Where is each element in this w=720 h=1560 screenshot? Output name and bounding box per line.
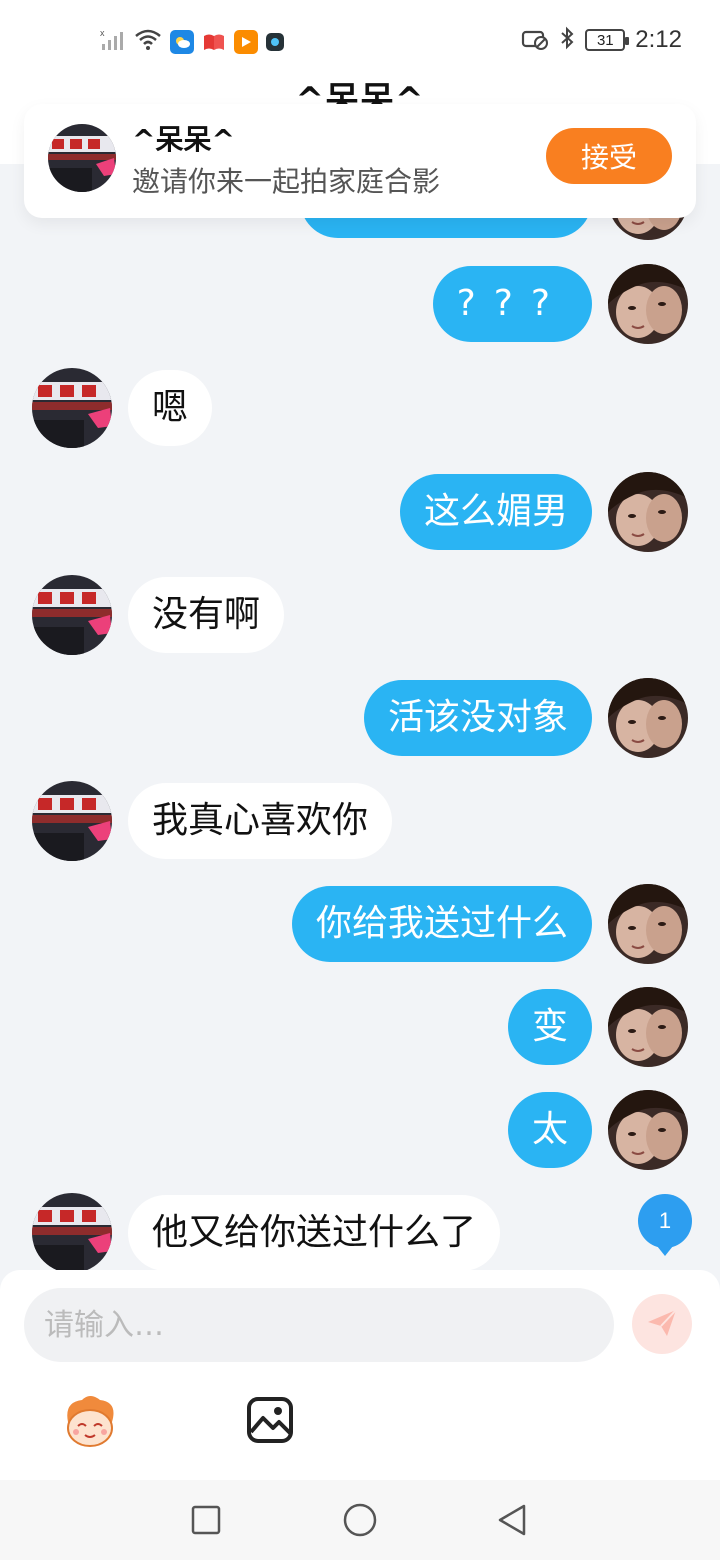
chat-message-list[interactable]: ??? 嗯这么媚男没有啊活该没对象我真心喜欢你你给我送过什么变太他又给你送过什么了 bbox=[0, 164, 720, 1270]
invite-message: 邀请你来一起拍家庭合影 bbox=[132, 165, 441, 198]
message-bubble[interactable]: 我真心喜欢你 bbox=[128, 783, 393, 859]
message-bubble[interactable]: 活该没对象 bbox=[363, 680, 592, 756]
sent-message: 这么媚男 bbox=[0, 472, 720, 552]
message-bubble[interactable]: 这么媚男 bbox=[399, 474, 592, 550]
wifi-icon bbox=[134, 28, 162, 56]
sent-message: 变 bbox=[0, 987, 720, 1067]
message-input[interactable] bbox=[24, 1288, 614, 1362]
my-avatar[interactable] bbox=[608, 884, 688, 964]
recent-apps-icon[interactable] bbox=[186, 1500, 226, 1540]
image-icon[interactable] bbox=[244, 1394, 296, 1446]
send-icon bbox=[645, 1306, 679, 1343]
message-bubble[interactable]: 变 bbox=[507, 989, 592, 1065]
message-bubble[interactable]: 太 bbox=[507, 1092, 592, 1168]
received-message: 嗯 bbox=[0, 368, 720, 448]
received-message: 他又给你送过什么了 bbox=[0, 1193, 720, 1270]
received-message: 我真心喜欢你 bbox=[0, 781, 720, 861]
bluetooth-icon bbox=[559, 26, 575, 54]
signal-icon: x bbox=[100, 28, 126, 56]
invite-avatar bbox=[48, 124, 116, 192]
contact-avatar[interactable] bbox=[32, 575, 112, 655]
video-app-icon bbox=[234, 30, 258, 54]
message-bubble[interactable]: 嗯 bbox=[128, 370, 213, 446]
accept-invite-button[interactable]: 接受 bbox=[546, 128, 672, 184]
vpn-icon bbox=[521, 26, 549, 54]
sent-message: 你给我送过什么 bbox=[0, 884, 720, 964]
battery-level: 31 bbox=[596, 31, 614, 49]
status-time: 2:12 bbox=[635, 26, 682, 53]
emoji-icon[interactable] bbox=[60, 1392, 120, 1452]
send-button[interactable] bbox=[632, 1294, 692, 1354]
my-avatar[interactable] bbox=[608, 678, 688, 758]
contact-avatar[interactable] bbox=[32, 781, 112, 861]
message-bubble[interactable]: ??? bbox=[432, 266, 592, 342]
svg-text:x: x bbox=[100, 28, 105, 38]
my-avatar[interactable] bbox=[608, 264, 688, 344]
sent-message: ??? bbox=[0, 264, 720, 344]
message-bubble[interactable]: 你给我送过什么 bbox=[291, 886, 592, 962]
weather-app-icon bbox=[170, 30, 194, 54]
unread-count-badge[interactable]: 1 bbox=[638, 1194, 692, 1256]
status-icons-right: 31 2:12 bbox=[521, 26, 682, 54]
my-avatar[interactable] bbox=[608, 987, 688, 1067]
received-message: 没有啊 bbox=[0, 575, 720, 655]
sent-message: 太 bbox=[0, 1090, 720, 1170]
system-navigation-bar bbox=[0, 1480, 720, 1560]
contact-avatar[interactable] bbox=[32, 1193, 112, 1270]
status-icons-left: x bbox=[100, 28, 284, 56]
invite-notification-card[interactable]: ^呆呆^ 邀请你来一起拍家庭合影 接受 bbox=[24, 104, 696, 218]
app-icon bbox=[266, 33, 284, 51]
message-bubble[interactable]: 没有啊 bbox=[128, 577, 285, 653]
my-avatar[interactable] bbox=[608, 1090, 688, 1170]
sent-message: 活该没对象 bbox=[0, 678, 720, 758]
battery-icon: 31 bbox=[585, 29, 630, 51]
back-icon[interactable] bbox=[492, 1500, 532, 1540]
invite-sender-name: ^呆呆^ bbox=[132, 123, 235, 156]
my-avatar[interactable] bbox=[608, 472, 688, 552]
book-app-icon bbox=[202, 30, 226, 54]
message-composer bbox=[0, 1270, 720, 1480]
contact-avatar[interactable] bbox=[32, 368, 112, 448]
message-bubble[interactable]: 他又给你送过什么了 bbox=[128, 1195, 501, 1270]
home-icon[interactable] bbox=[340, 1500, 380, 1540]
